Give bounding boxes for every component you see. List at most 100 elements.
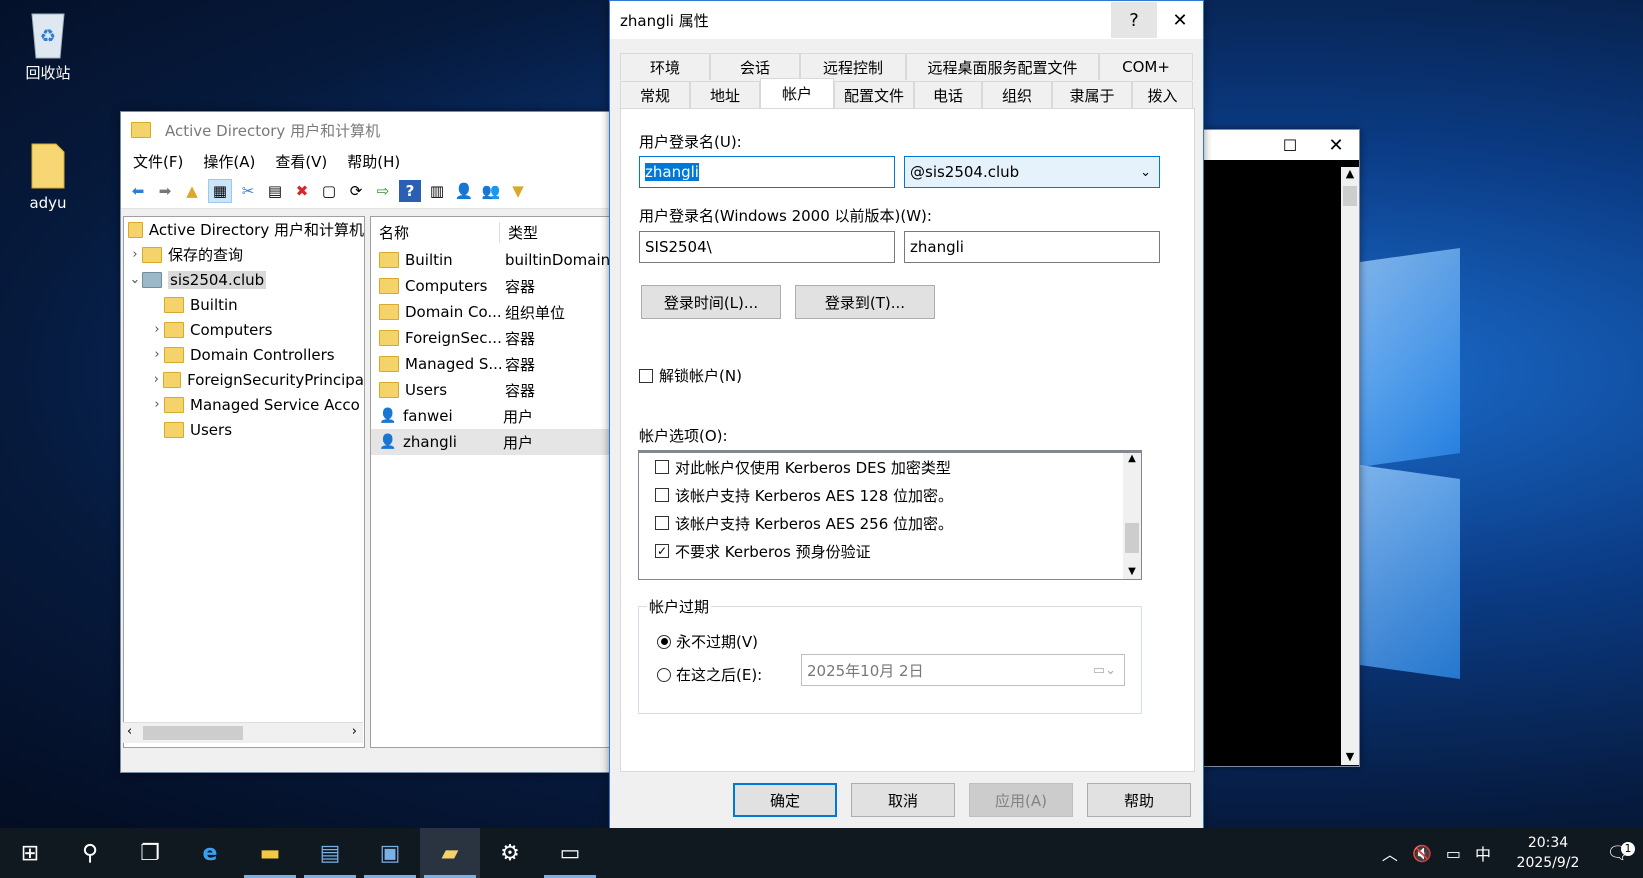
checkbox-box[interactable] <box>655 516 669 530</box>
close-icon[interactable]: ✕ <box>1313 127 1359 163</box>
calendar-dropdown-icon[interactable]: ▭⌄ <box>1093 663 1116 678</box>
delete-icon[interactable]: ✖ <box>291 180 313 202</box>
tab-organization[interactable]: 组织 <box>982 81 1052 108</box>
checkbox-box[interactable] <box>655 488 669 502</box>
chevron-right-icon[interactable]: › <box>150 347 164 362</box>
column-name-header[interactable]: 名称 <box>371 221 500 243</box>
up-folder-icon[interactable]: ▲ <box>181 180 203 202</box>
copy-icon[interactable]: ▤ <box>264 180 286 202</box>
desktop-icon-recycle-bin[interactable]: ♻ 回收站 <box>8 8 88 83</box>
tree-domain[interactable]: ⌄ sis2504.club <box>124 267 364 292</box>
tab-remote-control[interactable]: 远程控制 <box>800 53 906 80</box>
list-item[interactable]: Computers 容器 <box>371 273 611 299</box>
dialog-titlebar[interactable]: zhangli 属性 ? ✕ <box>610 1 1203 39</box>
help-question-button[interactable]: ? <box>1111 2 1157 38</box>
tab-telephones[interactable]: 电话 <box>914 81 982 108</box>
list-item[interactable]: 👤 fanwei 用户 <box>371 403 611 429</box>
chevron-right-icon[interactable]: › <box>150 322 164 337</box>
tab-dial-in[interactable]: 拨入 <box>1132 81 1193 108</box>
taskbar-file-explorer[interactable]: ▬ <box>240 828 300 878</box>
radio-unselected[interactable] <box>657 667 671 682</box>
tab-profile[interactable]: 配置文件 <box>834 81 914 108</box>
help-button[interactable]: 帮助 <box>1087 783 1191 817</box>
console-titlebar[interactable]: ☐ ✕ <box>1197 130 1359 160</box>
checkbox-box[interactable] <box>655 460 669 474</box>
tree-item-builtin[interactable]: Builtin <box>124 292 364 317</box>
taskbar-ie[interactable]: e <box>180 828 240 878</box>
tab-member-of[interactable]: 隶属于 <box>1052 81 1132 108</box>
refresh-icon[interactable]: ⟳ <box>345 180 367 202</box>
help-icon[interactable]: ? <box>399 180 421 202</box>
chevron-up-icon[interactable]: ︿ <box>1382 841 1398 865</box>
action-center-button[interactable]: 🗨 1 <box>1593 841 1643 864</box>
volume-muted-icon[interactable]: 🔇 <box>1412 844 1432 863</box>
tree-horizontal-scrollbar[interactable]: ‹ › <box>123 722 363 743</box>
list-item-selected[interactable]: 👤 zhangli 用户 <box>371 429 611 455</box>
chevron-right-icon[interactable]: › <box>150 372 163 387</box>
scroll-up-icon[interactable]: ▲ <box>1341 167 1359 180</box>
option-no-preauth[interactable]: ✓ 不要求 Kerberos 预身份验证 <box>639 537 1141 565</box>
tab-com-plus[interactable]: COM+ <box>1099 53 1193 80</box>
apply-button[interactable]: 应用(A) <box>969 783 1073 817</box>
scroll-down-icon[interactable]: ▼ <box>1123 566 1141 577</box>
expiry-date-picker[interactable]: 2025年10月 2日 ▭⌄ <box>801 654 1125 686</box>
pre2000-name-input[interactable]: zhangli <box>904 231 1160 263</box>
tab-rds-profile[interactable]: 远程桌面服务配置文件 <box>906 53 1099 80</box>
upn-suffix-select[interactable]: @sis2504.club ⌄ <box>904 156 1160 188</box>
clock[interactable]: 20:34 2025/9/2 <box>1503 833 1593 873</box>
logon-name-input[interactable]: zhangli <box>639 156 895 188</box>
search-button[interactable]: ⚲ <box>60 828 120 878</box>
column-type-header[interactable]: 类型 <box>500 222 538 243</box>
list-item[interactable]: Managed S... 容器 <box>371 351 611 377</box>
network-icon[interactable]: ▭ <box>1446 844 1461 863</box>
tree-item-domain-controllers[interactable]: › Domain Controllers <box>124 342 364 367</box>
show-console-tree-icon[interactable]: ▦ <box>208 179 232 203</box>
tab-address[interactable]: 地址 <box>690 81 760 108</box>
option-des-only[interactable]: 对此帐户仅使用 Kerberos DES 加密类型 <box>639 453 1141 481</box>
back-arrow-icon[interactable]: ⬅ <box>127 180 149 202</box>
view-icon[interactable]: ▥ <box>426 180 448 202</box>
scrollbar-thumb[interactable] <box>1125 523 1139 553</box>
radio-selected[interactable] <box>657 634 671 649</box>
tree-item-foreign-security[interactable]: › ForeignSecurityPrincipa <box>124 367 364 392</box>
start-button[interactable]: ⊞ <box>0 828 60 878</box>
never-expires-radio[interactable]: 永不过期(V) <box>657 631 758 652</box>
menu-action[interactable]: 操作(A) <box>203 151 255 172</box>
scroll-up-icon[interactable]: ▲ <box>1123 453 1141 464</box>
properties-icon[interactable]: ▢ <box>318 180 340 202</box>
forward-arrow-icon[interactable]: ➡ <box>154 180 176 202</box>
checkbox-box[interactable] <box>639 368 653 383</box>
end-of-radio[interactable]: 在这之后(E): <box>657 664 762 685</box>
console-vertical-scrollbar[interactable]: ▲ ▼ <box>1341 167 1359 765</box>
filter-icon[interactable]: ▼ <box>507 180 529 202</box>
list-item[interactable]: Users 容器 <box>371 377 611 403</box>
list-item[interactable]: Domain Co... 组织单位 <box>371 299 611 325</box>
scroll-down-icon[interactable]: ▼ <box>1341 750 1359 763</box>
tab-environment[interactable]: 环境 <box>620 53 710 80</box>
export-list-icon[interactable]: ⇨ <box>372 180 394 202</box>
menu-file[interactable]: 文件(F) <box>133 151 183 172</box>
options-scrollbar[interactable]: ▲ ▼ <box>1123 453 1141 579</box>
task-view-button[interactable]: ❐ <box>120 828 180 878</box>
tree-item-managed-service[interactable]: › Managed Service Acco <box>124 392 364 417</box>
option-aes128[interactable]: 该帐户支持 Kerberos AES 128 位加密。 <box>639 481 1141 509</box>
ad-titlebar[interactable]: Active Directory 用户和计算机 <box>121 112 611 148</box>
logon-hours-button[interactable]: 登录时间(L)... <box>641 285 781 319</box>
taskbar-ad-users[interactable]: ▣ <box>360 828 420 878</box>
tree-item-users[interactable]: Users <box>124 417 364 442</box>
taskbar-console[interactable]: ▭ <box>540 828 600 878</box>
scrollbar-thumb[interactable] <box>143 726 243 740</box>
ime-indicator[interactable]: 中 <box>1475 841 1491 865</box>
tab-general[interactable]: 常规 <box>620 81 690 108</box>
tab-account[interactable]: 帐户 <box>760 78 834 108</box>
cut-icon[interactable]: ✂ <box>237 180 259 202</box>
scroll-left-icon[interactable]: ‹ <box>127 724 132 739</box>
ok-button[interactable]: 确定 <box>733 783 837 817</box>
scroll-right-icon[interactable]: › <box>352 724 357 739</box>
desktop-icon-adyu[interactable]: adyu <box>8 140 88 212</box>
new-user-icon[interactable]: 👤 <box>453 180 475 202</box>
list-item[interactable]: ForeignSec... 容器 <box>371 325 611 351</box>
menu-help[interactable]: 帮助(H) <box>347 151 400 172</box>
taskbar-server-manager[interactable]: ▤ <box>300 828 360 878</box>
cancel-button[interactable]: 取消 <box>851 783 955 817</box>
